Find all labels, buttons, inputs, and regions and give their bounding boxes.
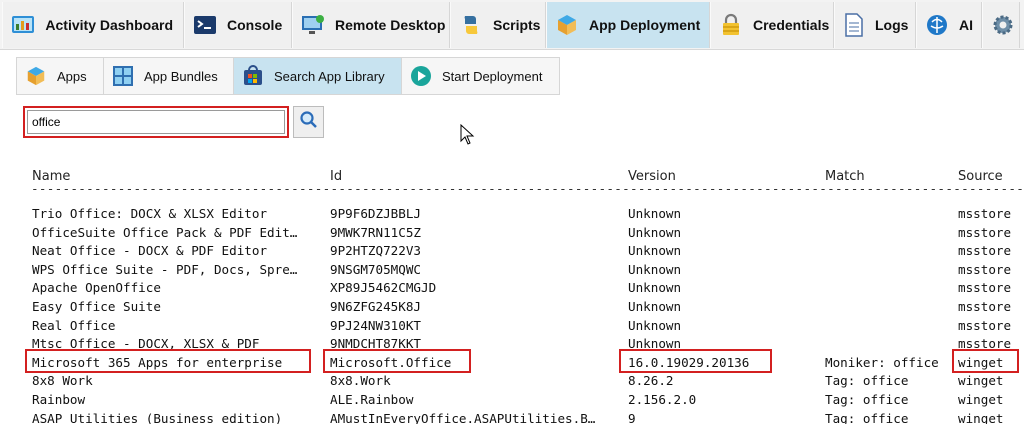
cell-source: msstore (958, 224, 1012, 240)
cell-match: Tag: office (825, 373, 909, 389)
cell-version: Unknown (628, 317, 682, 333)
play-icon (410, 65, 432, 87)
cell-name: Rainbow (32, 392, 86, 407)
cell-name: Neat Office - DOCX & PDF Editor (32, 243, 268, 259)
subtab-app-bundles[interactable]: App Bundles (104, 58, 234, 94)
cell-name: WPS Office Suite - PDF, Docs, Spre… (32, 261, 298, 277)
highlight-id (323, 349, 471, 373)
search-highlight (23, 106, 289, 138)
cell-name: 8x8 Work (32, 373, 93, 389)
subtab-search-app-library[interactable]: Search App Library (234, 58, 402, 94)
cell-source: msstore (958, 317, 1012, 333)
cell-source: msstore (958, 206, 1012, 221)
cell-version: Unknown (628, 206, 682, 221)
cell-source: msstore (958, 261, 1012, 277)
cell-id: 9MWK7RN11C5Z (330, 224, 421, 240)
tab-label: Credentials (753, 17, 830, 33)
cell-version: 9 (628, 410, 636, 424)
main-tab-bar: Activity Dashboard Console Remote Deskto… (0, 0, 1024, 50)
cell-name: Apache OpenOffice (32, 280, 161, 296)
package-icon (555, 12, 579, 38)
lock-icon (719, 12, 743, 38)
tab-label: App Deployment (589, 17, 701, 33)
subtab-label: Search App Library (274, 68, 385, 84)
cell-version: Unknown (628, 299, 682, 314)
tab-scripts[interactable]: Scripts (450, 2, 546, 48)
brain-icon (925, 12, 949, 38)
cell-version: Unknown (628, 280, 682, 296)
cell-source: msstore (958, 299, 1012, 314)
cell-version: Unknown (628, 224, 682, 240)
cell-match: Tag: office (825, 410, 909, 424)
dashboard-icon (11, 12, 35, 38)
highlight-source (952, 349, 1019, 373)
python-icon (459, 12, 483, 38)
cell-match: Moniker: office (825, 354, 939, 370)
bundle-icon (112, 65, 134, 87)
cell-name: Easy Office Suite (32, 299, 161, 314)
tab-label: Remote Desktop (335, 17, 446, 33)
gear-icon (991, 12, 1015, 38)
tab-settings[interactable] (982, 2, 1020, 48)
cell-id: AMustInEveryOffice.ASAPUtilities.B… (330, 410, 596, 424)
tab-app-deployment[interactable]: App Deployment (546, 2, 710, 48)
search-icon (299, 110, 319, 135)
subtab-label: App Bundles (144, 68, 218, 84)
tab-credentials[interactable]: Credentials (710, 2, 834, 48)
subtab-start-deployment[interactable]: Start Deployment (402, 58, 559, 94)
cell-id: 9P9F6DZJBBLJ (330, 206, 421, 221)
tab-logs[interactable]: Logs (834, 2, 916, 48)
cell-id: ALE.Rainbow (330, 392, 414, 407)
cell-source: msstore (958, 243, 1012, 259)
tab-label: Logs (875, 17, 909, 33)
cell-version: Unknown (628, 261, 682, 277)
cell-id: 9N6ZFG245K8J (330, 299, 421, 314)
cell-source: msstore (958, 280, 1012, 296)
box-icon (25, 65, 47, 87)
tab-label: Console (227, 17, 283, 33)
mouse-cursor-icon (460, 123, 476, 146)
remote-desktop-icon (301, 12, 325, 38)
cell-name: Real Office (32, 317, 116, 333)
subtab-label: Apps (57, 68, 87, 84)
search-button[interactable] (293, 106, 324, 138)
tab-label: Scripts (493, 17, 541, 33)
cell-source: winget (958, 392, 1004, 407)
sub-tab-bar: Apps App Bundles Search App Library Star… (16, 57, 560, 95)
subtab-apps[interactable]: Apps (17, 58, 104, 94)
cell-id: 8x8.Work (330, 373, 391, 389)
cell-name: Trio Office: DOCX & XLSX Editor (32, 206, 268, 221)
cell-id: 9NSGM705MQWC (330, 261, 421, 277)
cell-match: Tag: office (825, 392, 909, 407)
terminal-icon (193, 12, 217, 38)
subtab-label: Start Deployment (442, 68, 543, 84)
header-separator: ----------------------------------------… (31, 184, 1024, 194)
cell-source: winget (958, 373, 1004, 389)
highlight-name (25, 349, 311, 373)
cell-name: OfficeSuite Office Pack & PDF Edit… (32, 224, 298, 240)
results-table: Name Id Version Match Source -----------… (0, 160, 1024, 424)
store-icon (242, 65, 264, 87)
tab-label: Activity Dashboard (45, 17, 173, 33)
cell-name: ASAP Utilities (Business edition) (32, 410, 283, 424)
cell-id: XP89J5462CMGJD (330, 280, 437, 296)
tab-activity-dashboard[interactable]: Activity Dashboard (2, 2, 184, 48)
tab-console[interactable]: Console (184, 2, 292, 48)
tab-remote-desktop[interactable]: Remote Desktop (292, 2, 450, 48)
cell-id: 9P2HTZQ722V3 (330, 243, 421, 259)
cell-version: 2.156.2.0 (628, 392, 697, 407)
cell-id: 9PJ24NW310KT (330, 317, 421, 333)
highlight-version (619, 349, 772, 373)
tab-ai[interactable]: AI (916, 2, 982, 48)
cell-version: Unknown (628, 243, 682, 259)
search-input[interactable] (27, 110, 285, 134)
tab-label: AI (959, 17, 973, 33)
document-icon (843, 12, 865, 38)
cell-version: 8.26.2 (628, 373, 674, 389)
cell-source: winget (958, 410, 1004, 424)
